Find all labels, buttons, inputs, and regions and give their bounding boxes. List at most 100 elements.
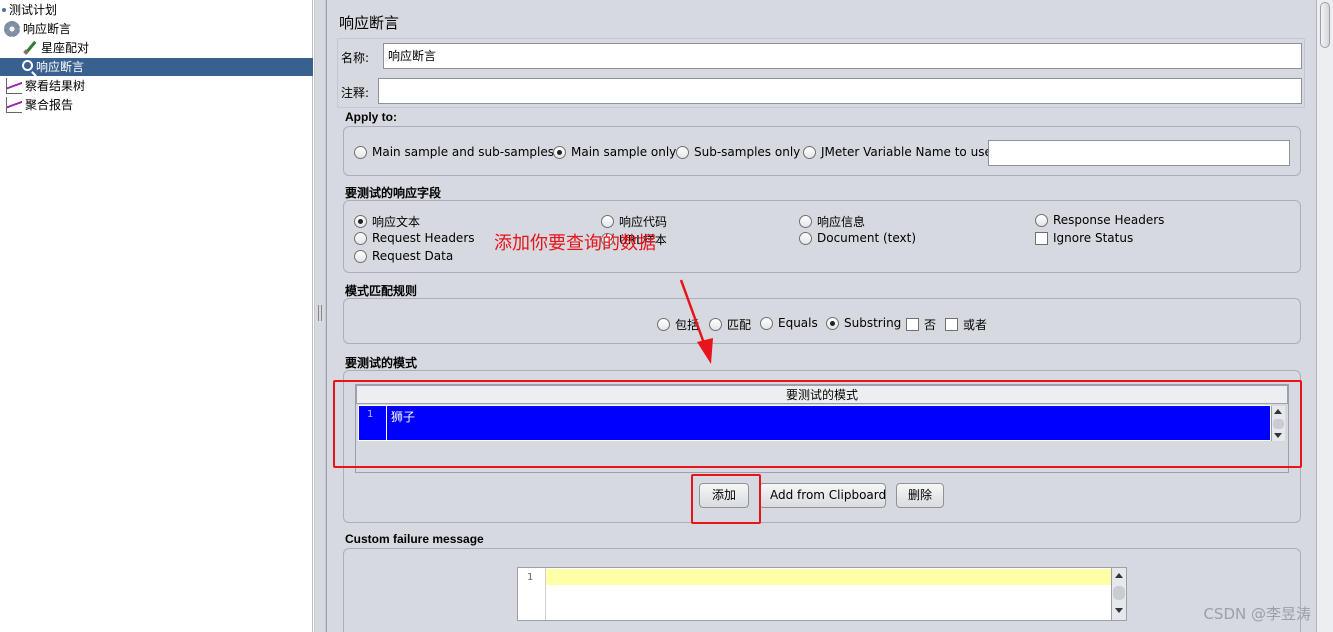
rule-substring-radio[interactable]: Substring [826,316,901,330]
radio-icon [601,215,614,228]
name-label: 名称: [341,51,370,65]
tree-item-label: 测试计划 [9,3,58,17]
tree-item-label: 星座配对 [41,41,90,55]
tree-item-sampler[interactable]: 星座配对 [22,39,89,57]
apply-to-title: Apply to: [345,110,397,124]
checkbox-label: 否 [924,318,937,332]
radio-icon [354,145,367,159]
ignore-status-checkbox[interactable]: Ignore Status [1035,231,1133,245]
watermark: CSDN @李昱涛 [1203,605,1311,623]
radio-icon [799,231,812,245]
failure-message-editor[interactable]: 1 [517,567,1127,621]
scroll-down-icon[interactable] [1115,608,1123,613]
add-button-highlight-box [691,474,761,524]
line-number: 1 [527,572,534,583]
comment-field[interactable] [378,78,1302,104]
tree-item-results-tree[interactable]: 察看结果树 [6,77,85,95]
field-response-headers-radio[interactable]: Response Headers [1035,213,1164,227]
radio-label: Main sample and sub-samples [372,145,554,159]
current-line-highlight [546,569,1111,585]
annotation-note: 添加你要查询的数据 [494,233,656,254]
radio-label: Request Headers [372,231,475,245]
radio-label: 匹配 [727,318,752,332]
jmeter-window: 测试计划 响应断言 星座配对 响应断言 察看结果树 聚合报告 响应断言 名称: [0,0,1333,632]
tree-item-label: 响应断言 [36,60,85,74]
checkbox-icon [1035,231,1048,245]
variable-name-input[interactable] [988,140,1290,166]
radio-label: 响应信息 [817,215,866,229]
apply-sub-only-radio[interactable]: Sub-samples only [676,145,800,159]
radio-label: 响应代码 [619,215,668,229]
field-document-text-radio[interactable]: Document (text) [799,231,916,245]
radio-label: Substring [844,316,902,330]
apply-variable-radio[interactable]: JMeter Variable Name to use [803,145,992,159]
checkbox-icon [945,318,958,331]
radio-icon [354,231,367,245]
field-response-message-radio[interactable]: 响应信息 [799,213,865,230]
splitter-grip[interactable] [318,305,322,321]
sampler-pen-icon [22,40,38,56]
test-plan-icon [2,8,6,12]
tree-item-label: 响应断言 [23,22,72,36]
checkbox-icon [906,318,919,331]
field-request-headers-radio[interactable]: Request Headers [354,231,475,245]
delete-button[interactable]: 删除 [896,483,944,508]
radio-selected-icon [354,215,367,228]
rule-equals-radio[interactable]: Equals [760,316,818,330]
radio-selected-icon [553,145,566,159]
tree-item-label: 察看结果树 [25,79,86,93]
checkbox-label: 或者 [963,318,988,332]
field-to-test-title: 要测试的响应字段 [345,186,442,200]
annotation-arrow-icon [679,279,713,364]
pattern-rules-title: 模式匹配规则 [345,284,418,298]
rule-or-checkbox[interactable]: 或者 [945,316,987,333]
graph-icon [6,78,22,94]
patterns-title: 要测试的模式 [345,356,418,370]
tree-item-assertion-parent[interactable]: 响应断言 [4,20,71,38]
apply-main-only-radio[interactable]: Main sample only [553,145,676,159]
test-plan-tree[interactable]: 测试计划 响应断言 星座配对 响应断言 察看结果树 聚合报告 [0,0,313,632]
rule-not-checkbox[interactable]: 否 [906,316,936,333]
comment-label: 注释: [341,86,370,100]
failure-editor-scrollbar[interactable] [1111,568,1126,620]
radio-label: JMeter Variable Name to use [821,145,992,159]
radio-icon [803,145,816,159]
radio-icon [1035,213,1048,227]
gear-icon [4,21,20,37]
assertion-panel: 响应断言 名称: 响应断言 注释: Apply to: Main sample … [326,0,1316,632]
apply-main-and-sub-radio[interactable]: Main sample and sub-samples [354,145,554,159]
radio-label: Document (text) [817,231,917,245]
failure-message-title: Custom failure message [345,532,484,546]
tree-item-label: 聚合报告 [25,98,74,112]
checkbox-label: Ignore Status [1053,231,1134,245]
radio-label: Request Data [372,249,454,263]
radio-icon [760,316,773,330]
radio-label: 响应文本 [372,215,421,229]
field-response-text-radio[interactable]: 响应文本 [354,213,420,230]
pattern-rules-box [343,298,1301,344]
scroll-up-icon[interactable] [1115,573,1123,578]
tree-item-test-plan[interactable]: 测试计划 [2,1,57,19]
field-response-code-radio[interactable]: 响应代码 [601,213,667,230]
radio-icon [676,145,689,159]
radio-label: Main sample only [571,145,677,159]
magnifier-icon [22,60,33,71]
graph-icon [6,97,22,113]
radio-selected-icon [826,316,839,330]
field-request-data-radio[interactable]: Request Data [354,249,453,263]
radio-label: Sub-samples only [694,145,801,159]
panel-scroll-thumb[interactable] [1320,2,1330,48]
tree-item-aggregate-report[interactable]: 聚合报告 [6,96,73,114]
radio-label: Response Headers [1053,213,1165,227]
patterns-highlight-box [333,380,1302,468]
name-field[interactable]: 响应断言 [383,43,1302,69]
scroll-thumb[interactable] [1113,586,1125,600]
tree-item-response-assertion[interactable]: 响应断言 [0,58,313,76]
radio-icon [354,249,367,263]
panel-scrollbar[interactable] [1316,0,1333,632]
add-from-clipboard-button[interactable]: Add from Clipboard [759,483,886,508]
radio-label: Equals [778,316,818,330]
radio-icon [799,215,812,228]
page-title: 响应断言 [339,14,400,32]
pane-splitter[interactable] [314,0,326,632]
